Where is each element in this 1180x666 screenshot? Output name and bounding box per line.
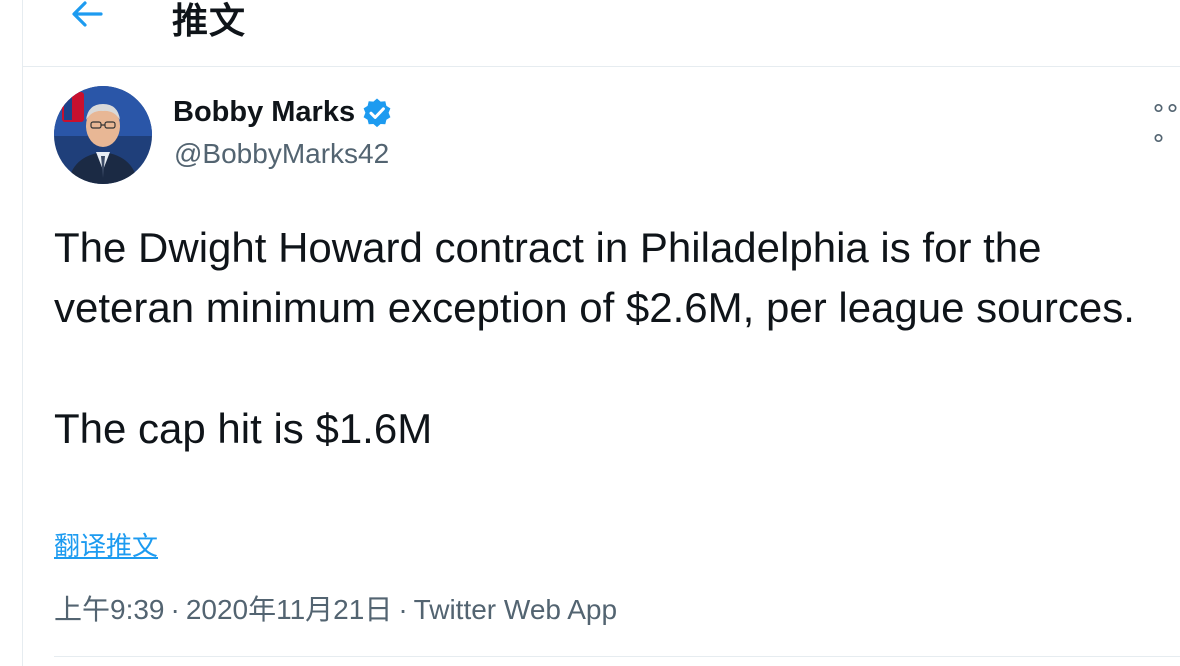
arrow-left-icon [67,0,107,34]
tweet-time[interactable]: 上午9:39 [54,594,165,625]
tweet-detail-page: 推文 Bobby Marks @BobbyMarks42 °°° The Dwi… [0,0,1180,666]
author-handle[interactable]: @BobbyMarks42 [174,138,389,170]
author-display-name[interactable]: Bobby Marks [173,96,355,129]
tweet-text-paragraph: The Dwight Howard contract in Philadelph… [54,224,1135,331]
column-divider [22,0,23,666]
meta-separator: · [398,594,408,625]
author-avatar[interactable] [54,86,152,184]
divider [54,656,1180,657]
tweet-text: The Dwight Howard contract in Philadelph… [54,218,1164,459]
verified-badge-icon [361,97,393,129]
tweet-metadata: 上午9:39 · 2020年11月21日 · Twitter Web App [54,588,617,628]
author-name-row: Bobby Marks [173,96,393,129]
back-button[interactable] [67,0,107,34]
translate-tweet-link[interactable]: 翻译推文 [54,526,158,563]
meta-separator: · [170,594,180,625]
more-options-icon[interactable]: °°° [1152,100,1180,160]
page-header: 推文 [23,0,1180,67]
tweet-date[interactable]: 2020年11月21日 [186,594,393,625]
tweet-text-paragraph: The cap hit is $1.6M [54,405,433,452]
page-title: 推文 [172,1,247,42]
tweet-source[interactable]: Twitter Web App [414,594,617,625]
